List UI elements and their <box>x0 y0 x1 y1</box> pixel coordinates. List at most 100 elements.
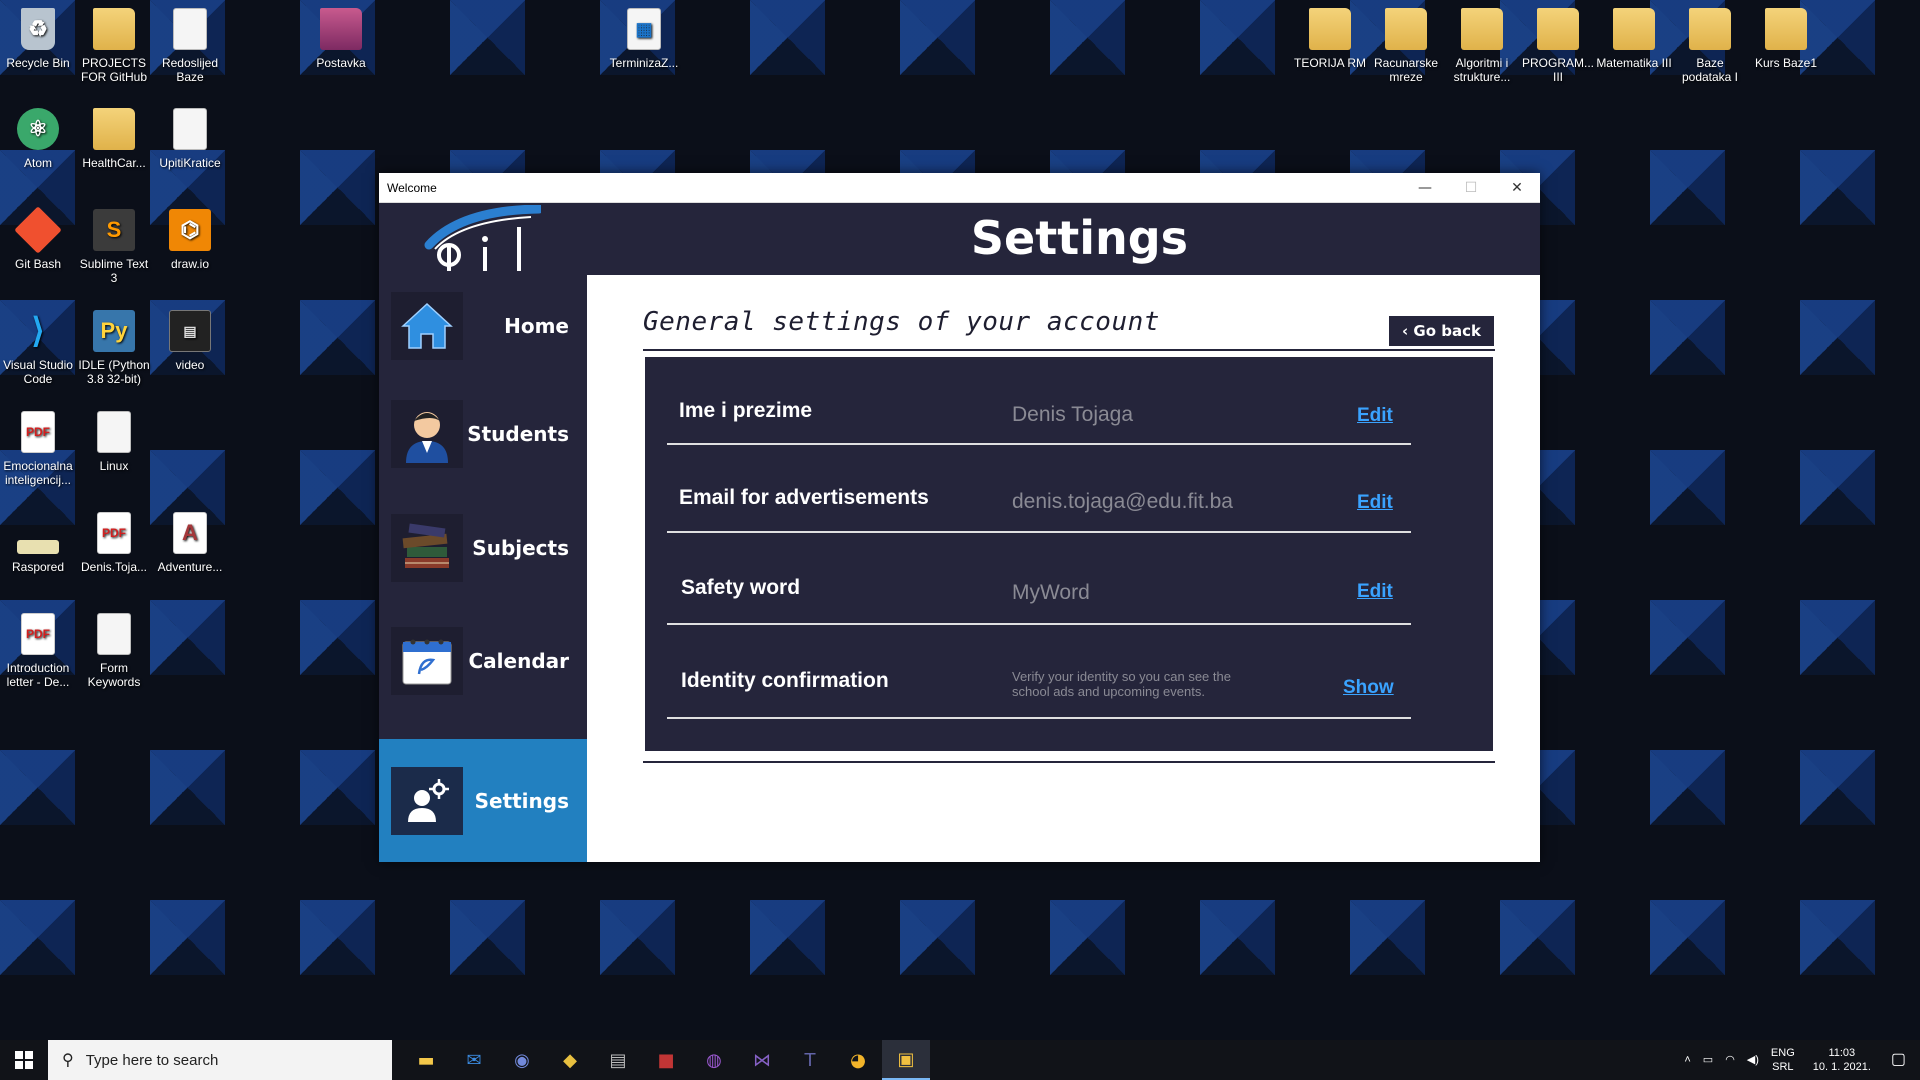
desktop-icon-linux[interactable]: Linux <box>76 411 152 473</box>
atom-icon: ⚛ <box>17 108 59 150</box>
nav-settings-label: Settings <box>474 788 569 813</box>
desktop-icon-recycle-bin[interactable]: ♻ Recycle Bin <box>0 8 76 70</box>
taskbar-search[interactable]: ⚲ Type here to search <box>48 1040 392 1080</box>
desktop-icon-projects[interactable]: PROJECTS FOR GitHub <box>76 8 152 84</box>
winrar-icon <box>320 8 362 50</box>
file-explorer-icon[interactable]: ▬ <box>402 1040 450 1080</box>
desktop-icon-kurs[interactable]: Kurs Baze1 <box>1748 8 1824 70</box>
setting-label: Ime i prezime <box>679 399 813 422</box>
setting-description: Verify your identity so you can see the … <box>1012 669 1231 699</box>
pdf-folder-icon <box>1537 8 1579 50</box>
folder-icon <box>93 8 135 50</box>
desktop-icon-racunarske[interactable]: Racunarske mreze <box>1368 8 1444 84</box>
nav-subjects-label: Subjects <box>472 536 569 560</box>
divider <box>643 349 1495 351</box>
desktop-icon-program[interactable]: PROGRAM... III <box>1520 8 1596 84</box>
folder-icon <box>1461 8 1503 50</box>
recycle-bin-icon: ♻ <box>21 8 55 50</box>
edit-name-link[interactable]: Edit <box>1357 405 1393 427</box>
student-icon <box>391 400 463 468</box>
row-divider <box>667 717 1411 719</box>
document-icon <box>97 613 131 655</box>
nav-home[interactable]: Home <box>379 275 587 377</box>
desktop-icon-video[interactable]: ▤ video <box>152 310 228 372</box>
video-icon: ▤ <box>169 310 211 352</box>
folder-icon <box>1309 8 1351 50</box>
wifi-icon[interactable]: ◠ <box>1725 1053 1735 1067</box>
taskbar: ⚲ Type here to search ▬ ✉ ◉ ◆ ▤ ■ ◍ ⋈ T … <box>0 1040 1920 1080</box>
folder-icon <box>1385 8 1427 50</box>
desktop-icon-git-bash[interactable]: Git Bash <box>0 206 76 271</box>
visual-studio-icon[interactable]: ⋈ <box>738 1040 786 1080</box>
database-icon[interactable]: ▤ <box>594 1040 642 1080</box>
search-placeholder: Type here to search <box>85 1051 219 1069</box>
access-app-icon[interactable]: ■ <box>642 1040 690 1080</box>
desktop-icon-algoritmi[interactable]: Algoritmi i strukture... <box>1444 8 1520 84</box>
nav-subjects[interactable]: Subjects <box>379 497 587 599</box>
user-settings-icon <box>391 766 463 835</box>
running-app-icon[interactable]: ▣ <box>882 1040 930 1080</box>
desktop-icon-sublime[interactable]: S Sublime Text 3 <box>76 209 152 285</box>
clock[interactable]: 11:03 10. 1. 2021. <box>1813 1046 1871 1074</box>
page-title: Settings <box>970 211 1189 265</box>
desktop-icon-drawio[interactable]: ⌬ draw.io <box>152 209 228 271</box>
desktop-icon-raspored[interactable]: Raspored <box>0 512 76 574</box>
edit-email-link[interactable]: Edit <box>1357 492 1393 514</box>
setting-value: Denis Tojaga <box>1012 403 1134 426</box>
setting-row-email: Email for advertisements denis.tojaga@ed… <box>667 445 1411 533</box>
desktop-icon-denis-pdf[interactable]: PDF Denis.Toja... <box>76 512 152 574</box>
notifications-icon[interactable]: ▢ <box>1891 1052 1906 1068</box>
nav-students[interactable]: Students <box>379 383 587 485</box>
image-icon <box>17 540 59 554</box>
start-button[interactable] <box>0 1040 48 1080</box>
edit-safety-word-link[interactable]: Edit <box>1357 581 1393 603</box>
sourcetree-icon[interactable]: ◆ <box>546 1040 594 1080</box>
desktop-icon-introduction[interactable]: PDF Introduction letter - De... <box>0 613 76 689</box>
pdf-icon: PDF <box>97 512 131 554</box>
desktop-icon-atom[interactable]: ⚛ Atom <box>0 108 76 170</box>
language-indicator[interactable]: ENG SRL <box>1771 1046 1795 1074</box>
close-button[interactable]: ✕ <box>1494 173 1540 203</box>
teams-icon[interactable]: T <box>786 1040 834 1080</box>
discord-icon[interactable]: ◉ <box>498 1040 546 1080</box>
desktop-icon-termini[interactable]: ▦ TerminizaZ... <box>606 8 682 70</box>
desktop-icon-matematika[interactable]: Matematika III <box>1596 8 1672 70</box>
access-icon: A <box>173 512 207 554</box>
nav-home-label: Home <box>504 314 569 338</box>
drawio-icon: ⌬ <box>169 209 211 251</box>
setting-value: MyWord <box>1012 581 1090 604</box>
desktop-icon-vscode[interactable]: ⟩ Visual Studio Code <box>0 310 76 386</box>
visual-studio-preview-icon[interactable]: ◍ <box>690 1040 738 1080</box>
volume-icon[interactable]: ◀) <box>1747 1053 1759 1067</box>
calendar-icon <box>391 627 463 695</box>
minimize-button[interactable]: — <box>1402 173 1448 203</box>
nav-settings[interactable]: Settings <box>379 739 587 862</box>
maximize-button: ☐ <box>1464 180 1478 196</box>
desktop-icon-adventure[interactable]: A Adventure... <box>152 512 228 574</box>
document-icon <box>173 8 207 50</box>
chrome-icon[interactable]: ◕ <box>834 1040 882 1080</box>
desktop-icon-idle[interactable]: Py IDLE (Python 3.8 32-bit) <box>76 310 152 386</box>
chevron-up-icon[interactable]: ˄ <box>1684 1053 1690 1067</box>
setting-value: denis.tojaga@edu.fit.ba <box>1012 490 1233 513</box>
desktop-icon-postavka[interactable]: Postavka <box>303 8 379 70</box>
desktop-icon-emocionalna[interactable]: PDF Emocionalna inteligencij... <box>0 411 76 487</box>
show-identity-link[interactable]: Show <box>1343 677 1394 699</box>
search-icon: ⚲ <box>62 1052 74 1069</box>
window-title: Welcome <box>387 180 437 195</box>
desktop-icon-form-keywords[interactable]: Form Keywords <box>76 613 152 689</box>
desktop-icon-baze[interactable]: Baze podataka I <box>1672 8 1748 84</box>
battery-icon[interactable]: ▭ <box>1703 1053 1713 1067</box>
desktop-icon-teorija-rm[interactable]: TEORIJA RM <box>1292 8 1368 70</box>
mail-icon[interactable]: ✉ <box>450 1040 498 1080</box>
nav-calendar[interactable]: Calendar <box>379 610 587 712</box>
desktop-icon-redoslijed[interactable]: Redoslijed Baze <box>152 8 228 84</box>
window-titlebar[interactable]: Welcome — ☐ ✕ <box>379 173 1540 203</box>
desktop-icon-healthcar[interactable]: HealthCar... <box>76 108 152 170</box>
go-back-button[interactable]: ‹ Go back <box>1389 316 1494 346</box>
nav-students-label: Students <box>467 422 569 446</box>
home-icon <box>391 292 463 360</box>
desktop-icon-upiti[interactable]: UpitiKratice <box>152 108 228 170</box>
setting-label: Email for advertisements <box>679 486 929 509</box>
python-icon: Py <box>93 310 135 352</box>
